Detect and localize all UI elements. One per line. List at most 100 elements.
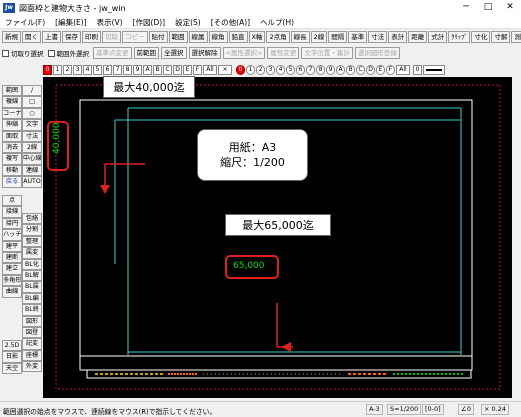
layer-button[interactable]: 4	[276, 64, 285, 75]
toolbar-button[interactable]: 式計	[428, 31, 448, 43]
layer-group-button[interactable]: 4	[83, 64, 92, 75]
selection-button[interactable]: 基準点変更	[93, 47, 132, 59]
toolbar-button[interactable]: 線属	[188, 31, 208, 43]
layer-button[interactable]: 7	[306, 64, 315, 75]
layer-group-button[interactable]: 2	[63, 64, 72, 75]
layer-group-button[interactable]: 8	[123, 64, 132, 75]
tool-button[interactable]: AUTO	[22, 176, 42, 188]
tool-button[interactable]: 多角形	[2, 274, 22, 287]
tool-button[interactable]: 建立	[2, 263, 22, 275]
tool-button[interactable]: BL化	[22, 258, 42, 270]
layer-group-button[interactable]: F	[193, 64, 202, 75]
toolbar-button[interactable]: 基準	[348, 31, 368, 43]
layer-group-button[interactable]: D	[173, 64, 182, 75]
tool-button[interactable]: 図形	[22, 315, 42, 327]
toolbar-button[interactable]: 間隔	[328, 31, 348, 43]
layer-group-button[interactable]: 9	[133, 64, 142, 75]
layer-zero-button[interactable]: 0	[413, 64, 422, 75]
tool-button[interactable]: ○	[22, 107, 42, 120]
layer-group-button[interactable]: 6	[103, 64, 112, 75]
selection-button[interactable]: 全選択	[161, 47, 187, 59]
tool-button[interactable]: 文字	[22, 119, 42, 131]
tool-button[interactable]: /	[22, 85, 42, 97]
layer-group-button[interactable]: 7	[113, 64, 122, 75]
layer-button[interactable]: 9	[326, 64, 335, 75]
tool-button[interactable]: 座標	[22, 349, 42, 362]
tool-button[interactable]: 日影	[2, 351, 22, 363]
tool-button[interactable]: 記変	[22, 338, 42, 350]
line-style-sample[interactable]	[423, 64, 445, 75]
angle-field[interactable]: ∠0	[458, 404, 474, 415]
menu-edit[interactable]: [編集(E)]	[50, 17, 91, 28]
tool-button[interactable]: 2線	[22, 141, 42, 154]
tool-button[interactable]: 戻る	[2, 176, 22, 188]
toolbar-button[interactable]: 寸法	[368, 31, 388, 43]
tool-button[interactable]: 点	[2, 195, 22, 207]
selection-button[interactable]: 前範囲	[133, 47, 159, 59]
tool-button[interactable]: 包絡	[22, 213, 42, 225]
layer-button[interactable]: 1	[246, 64, 255, 75]
tool-button[interactable]: 接線	[2, 206, 22, 218]
tool-button[interactable]: 複写	[2, 153, 22, 165]
layer-group-button[interactable]: A	[143, 64, 152, 75]
tool-button[interactable]: BL解	[22, 269, 42, 282]
menu-other[interactable]: [その他(A)]	[206, 17, 255, 28]
toolbar-button[interactable]: 測定	[511, 31, 521, 43]
tool-button[interactable]: 移動	[2, 164, 22, 177]
zoom-field[interactable]: × 0.24	[481, 404, 509, 415]
tool-button[interactable]: 寸法	[22, 130, 42, 142]
tool-button[interactable]: 消去	[2, 141, 22, 154]
tool-button[interactable]: 建平	[2, 240, 22, 252]
tool-button[interactable]: 図登	[22, 326, 42, 339]
toolbar-button[interactable]: 新規	[2, 31, 21, 43]
close-button[interactable]: ✕	[499, 0, 521, 16]
tool-button[interactable]: 伸縮	[2, 119, 22, 131]
tool-button[interactable]: コーナー	[2, 107, 22, 120]
layer-button[interactable]: A	[336, 64, 345, 75]
toolbar-button[interactable]: 表計	[388, 31, 408, 43]
layer-group-button[interactable]: C	[163, 64, 172, 75]
toolbar-button[interactable]: 貼付	[148, 31, 168, 43]
menu-settings[interactable]: 設定(S)	[170, 17, 206, 28]
tool-button[interactable]: 属変	[22, 247, 42, 259]
layer-button[interactable]: D	[366, 64, 375, 75]
layer-button[interactable]: C	[356, 64, 365, 75]
selection-button[interactable]: <属性選択>	[222, 47, 266, 59]
menu-draw[interactable]: [作図(D)]	[128, 17, 170, 28]
toolbar-button[interactable]: 寸化	[471, 31, 491, 43]
menu-file[interactable]: ファイル(F)	[0, 17, 50, 28]
paper-size-field[interactable]: A-3	[366, 404, 383, 415]
toolbar-button[interactable]: 2線	[310, 31, 328, 43]
toolbar-button[interactable]: 鉛直	[228, 31, 248, 43]
layer-button[interactable]: B	[346, 64, 355, 75]
layer-button[interactable]: 2	[256, 64, 265, 75]
layer-button[interactable]: 6	[296, 64, 305, 75]
scale-field[interactable]: S=1/200	[387, 404, 422, 415]
toolbar-button[interactable]: 線角	[208, 31, 228, 43]
layer-all-button[interactable]: All	[396, 64, 410, 75]
cut-select-checkbox[interactable]: 切取り選択	[2, 48, 44, 58]
tool-button[interactable]: BL編	[22, 292, 42, 305]
tool-button[interactable]: 天空	[2, 362, 22, 375]
layer-button[interactable]: E	[376, 64, 385, 75]
toolbar-button[interactable]: 範囲	[168, 31, 188, 43]
toolbar-button[interactable]: 開く	[22, 31, 41, 43]
outside-range-checkbox[interactable]: 範囲外選択	[47, 48, 89, 58]
toolbar-button[interactable]: 距離	[408, 31, 428, 43]
checkbox-box[interactable]	[2, 49, 9, 57]
toolbar-button[interactable]: 切取	[102, 31, 121, 43]
layer-group-all-button[interactable]: All	[203, 64, 217, 75]
tool-button[interactable]: 面取	[2, 130, 22, 142]
tool-button[interactable]: 分割	[22, 224, 42, 236]
checkbox-box[interactable]	[47, 49, 55, 57]
toolbar-button[interactable]: ｸﾘｯﾌﾟ	[448, 31, 471, 43]
layer-field[interactable]: [0-0]	[422, 404, 444, 415]
toolbar-button[interactable]: 線長	[290, 31, 310, 43]
toolbar-button[interactable]: 上書	[42, 31, 61, 43]
layer-group-button[interactable]: 3	[73, 64, 82, 75]
tool-button[interactable]: ハッチ	[2, 229, 22, 241]
tool-button[interactable]: BL終	[22, 304, 42, 316]
toolbar-button[interactable]: 寸解	[491, 31, 511, 43]
tool-button[interactable]: 曲線	[2, 286, 22, 298]
tool-button[interactable]: BL属	[22, 281, 42, 293]
